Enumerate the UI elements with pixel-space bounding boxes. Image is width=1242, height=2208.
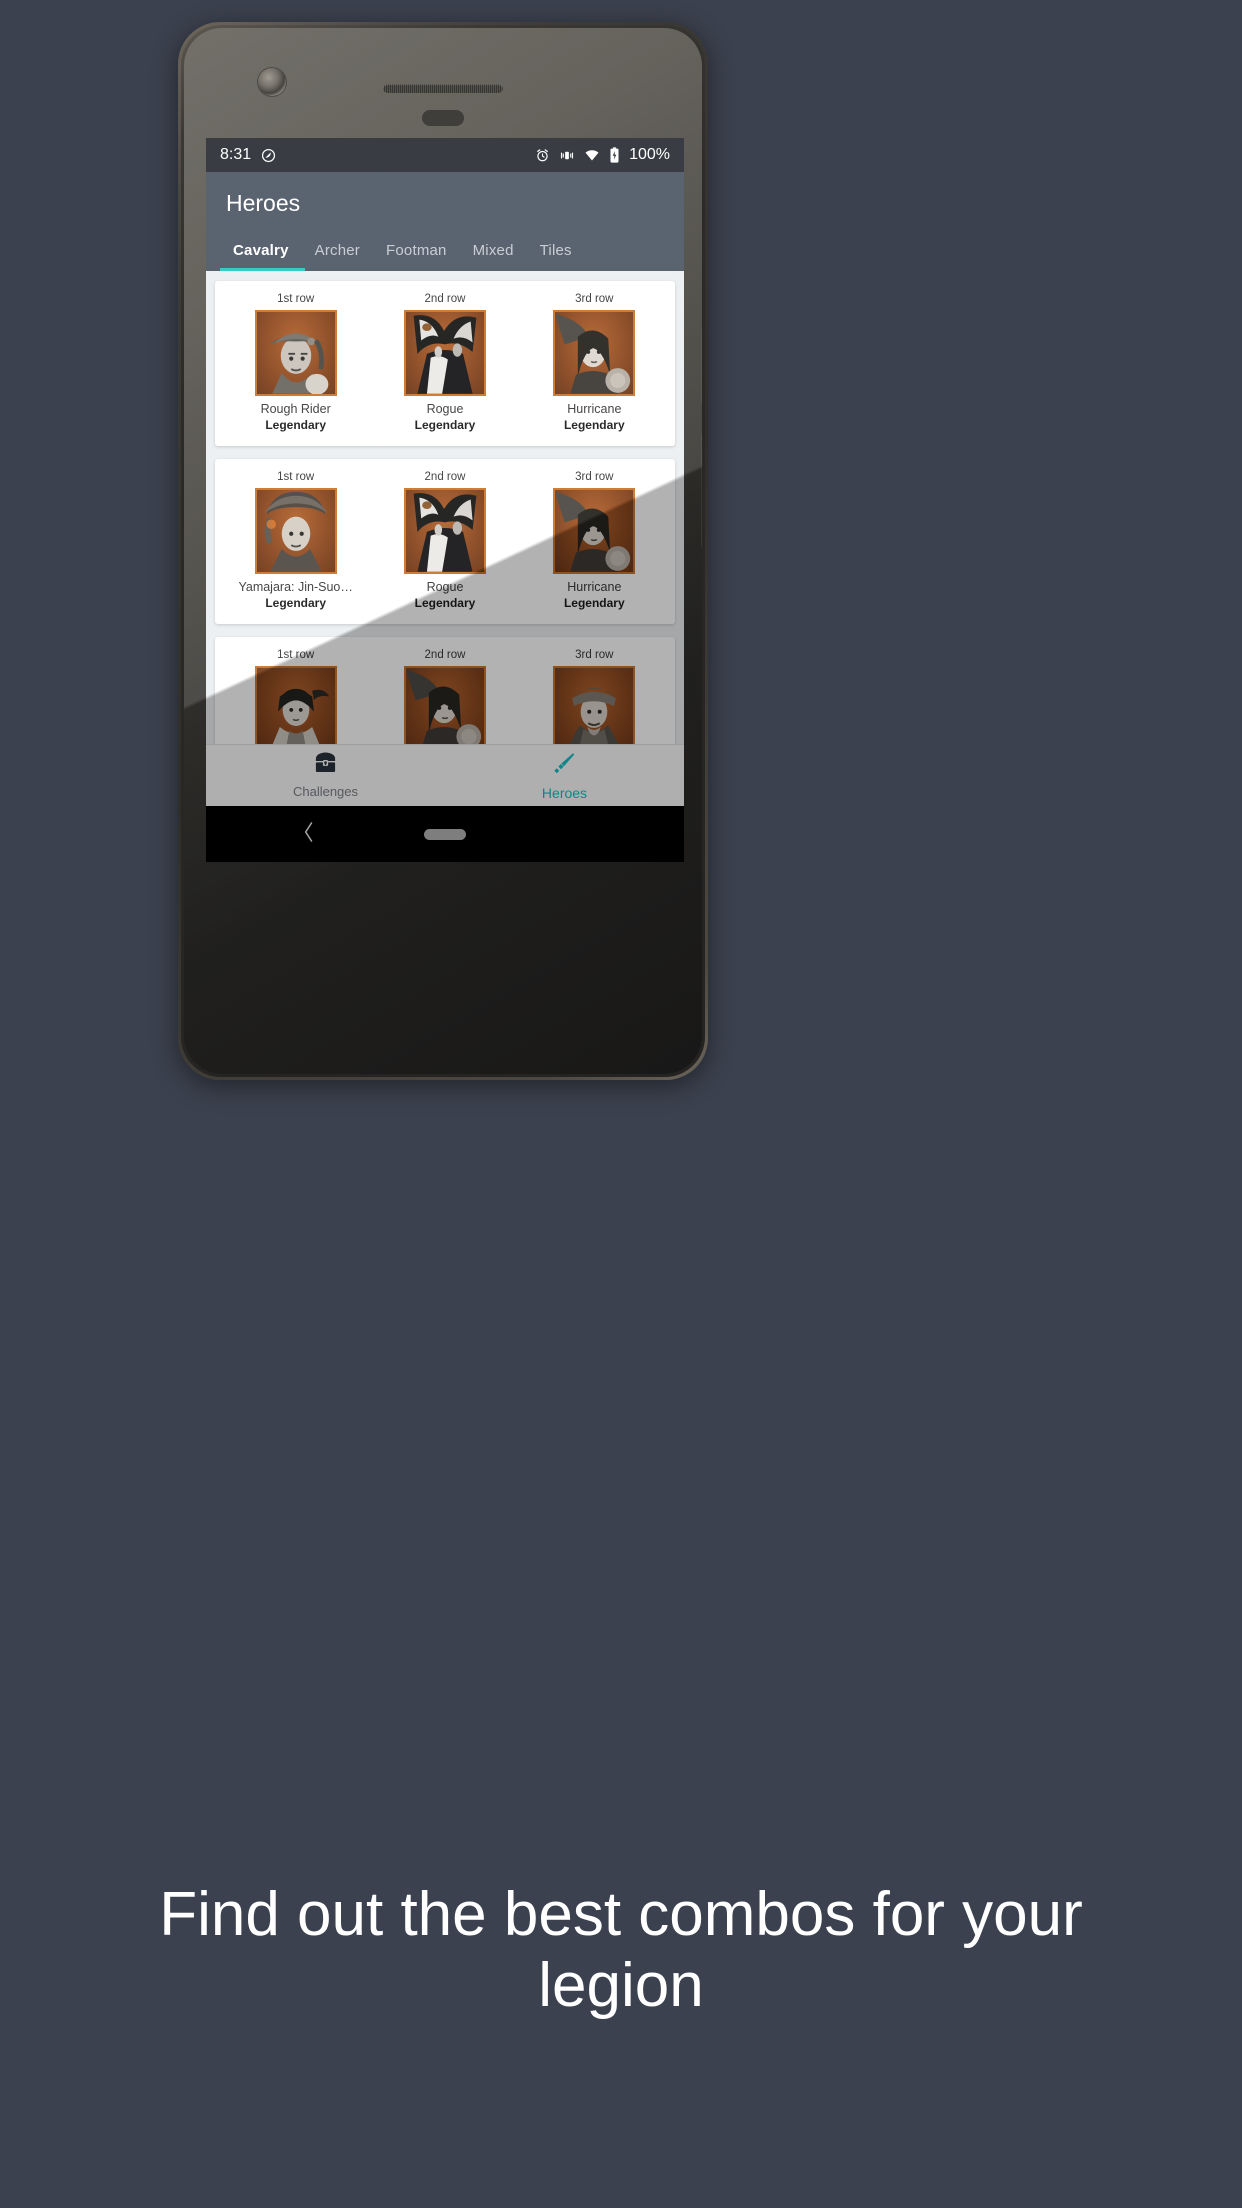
page-title: Heroes xyxy=(226,190,301,216)
home-pill-icon[interactable] xyxy=(424,828,466,840)
hurricane-portrait xyxy=(553,310,636,396)
tab-cavalry[interactable]: Cavalry xyxy=(220,233,302,271)
nav-item-challenges[interactable]: Challenges xyxy=(206,752,445,799)
tab-bar: Cavalry Archer Footman Mixed Tiles xyxy=(206,233,684,271)
promo-caption: Find out the best combos for your legion xyxy=(159,1880,1083,2020)
hero-slot[interactable]: 2nd row xyxy=(371,293,519,432)
alarm-icon xyxy=(535,148,550,163)
power-button[interactable] xyxy=(701,328,702,404)
combo-card[interactable]: 1st row xyxy=(215,459,675,624)
status-time: 8:31 xyxy=(220,146,252,163)
rogue-portrait xyxy=(403,310,486,396)
battery-percent: 100% xyxy=(629,146,670,163)
row-label: 1st row xyxy=(277,293,315,305)
hero-name: Yamajara: Jin-Suo… xyxy=(238,580,353,594)
nav-item-heroes[interactable]: Heroes xyxy=(445,751,684,801)
combo-card[interactable]: 1st row xyxy=(215,637,675,744)
tab-tiles[interactable]: Tiles xyxy=(527,233,585,271)
yamajara-portrait xyxy=(254,488,337,574)
hero-rarity: Legendary xyxy=(265,418,326,432)
hero-name: Rough Rider xyxy=(260,402,331,416)
tab-footman[interactable]: Footman xyxy=(373,233,460,271)
hurricane-portrait xyxy=(553,488,636,574)
hero-slot[interactable]: 2nd row xyxy=(371,649,519,744)
android-navigation-bar xyxy=(206,806,684,862)
hero-name: Hurricane xyxy=(567,402,622,416)
wifi-icon xyxy=(584,148,600,163)
heavens-justice-portrait xyxy=(553,666,636,744)
do-not-disturb-icon xyxy=(261,148,276,163)
hero-slot[interactable]: 1st row xyxy=(222,293,370,432)
rogue-portrait xyxy=(403,488,486,574)
sword-icon xyxy=(552,751,577,780)
hero-rarity: Legendary xyxy=(265,596,326,610)
orochi-portrait xyxy=(254,666,337,744)
hero-slot[interactable]: 3rd row xyxy=(520,471,668,610)
nav-label-challenges: Challenges xyxy=(292,784,359,799)
phone-glass: 8:31 100% Heroes Cavalry Archer Footman … xyxy=(184,28,702,1074)
vibrate-icon xyxy=(559,148,575,163)
hero-rarity: Legendary xyxy=(414,596,476,610)
active-tab-indicator xyxy=(220,268,305,271)
status-bar: 8:31 100% xyxy=(206,138,684,172)
row-label: 2nd row xyxy=(424,471,466,483)
phone-screen: 8:31 100% Heroes Cavalry Archer Footman … xyxy=(206,138,684,862)
combo-list[interactable]: 1st row Rough Rider Legendary 2nd row Ro… xyxy=(206,271,684,744)
battery-charging-icon xyxy=(609,147,620,163)
proximity-sensor-icon xyxy=(422,110,464,126)
treasure-chest-icon xyxy=(313,752,338,779)
combo-card[interactable]: 1st row xyxy=(215,281,675,446)
front-camera-icon xyxy=(258,68,286,96)
hero-rarity: Legendary xyxy=(414,418,476,432)
nav-label-heroes: Heroes xyxy=(541,784,588,801)
hero-rarity: Legendary xyxy=(563,596,625,610)
hero-name: Rogue xyxy=(426,580,464,594)
row-label: 3rd row xyxy=(575,471,614,483)
rough-rider-portrait xyxy=(254,310,337,396)
earpiece-speaker-icon xyxy=(383,84,503,93)
row-label: 1st row xyxy=(277,649,315,661)
row-label: 3rd row xyxy=(575,293,614,305)
volume-button[interactable] xyxy=(701,432,702,548)
hero-slot[interactable]: 2nd row xyxy=(371,471,519,610)
row-label: 2nd row xyxy=(424,649,466,661)
back-chevron-icon[interactable] xyxy=(301,820,316,848)
row-label: 1st row xyxy=(277,471,315,483)
bottom-navigation: Challenges Heroes xyxy=(206,744,684,806)
hero-slot[interactable]: 3rd row xyxy=(520,649,668,744)
app-bar: Heroes Cavalry Archer Footman Mixed Tile… xyxy=(206,172,684,271)
hero-name: Hurricane xyxy=(567,580,622,594)
phone-body: 8:31 100% Heroes Cavalry Archer Footman … xyxy=(181,25,705,1077)
hero-slot[interactable]: 1st row xyxy=(222,649,370,744)
hero-slot[interactable]: 3rd row xyxy=(520,293,668,432)
hero-rarity: Legendary xyxy=(563,418,625,432)
hurricane-portrait xyxy=(403,666,486,744)
hero-slot[interactable]: 1st row xyxy=(222,471,370,610)
tab-mixed[interactable]: Mixed xyxy=(460,233,527,271)
tab-archer[interactable]: Archer xyxy=(302,233,373,271)
phone-frame: 8:31 100% Heroes Cavalry Archer Footman … xyxy=(178,22,708,1080)
hero-name: Rogue xyxy=(426,402,464,416)
row-label: 2nd row xyxy=(424,293,466,305)
row-label: 3rd row xyxy=(575,649,614,661)
